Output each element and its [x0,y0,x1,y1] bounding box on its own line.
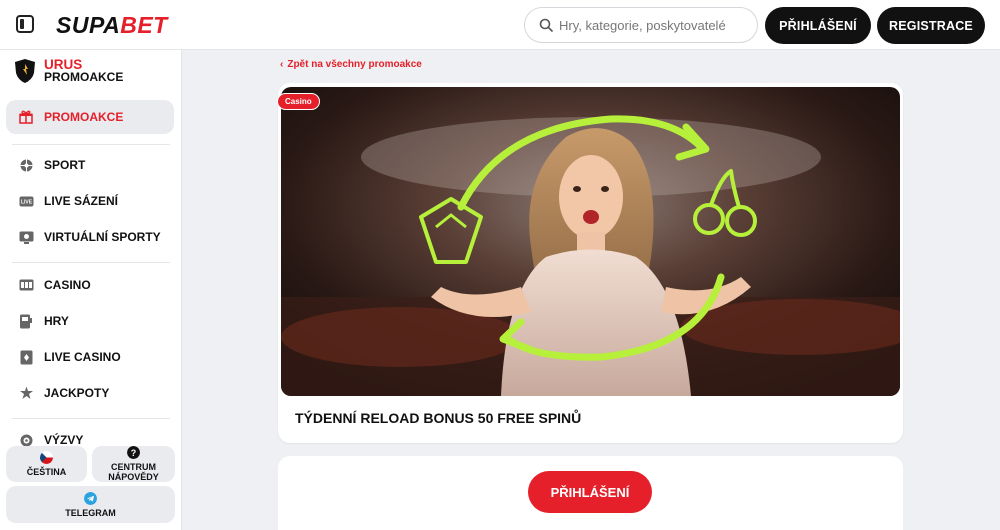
logo-prefix: SUPA [56,12,121,38]
cta-login-button[interactable]: PŘIHLÁŠENÍ [528,471,652,513]
back-to-promotions-link[interactable]: ‹ Zpět na všechny promoakce [280,59,422,70]
jackpot-icon [18,385,34,401]
language-button[interactable]: ČEŠTINA [6,446,87,482]
login-cta-card: PŘIHLÁŠENÍ [278,456,903,530]
telegram-label: TELEGRAM [65,507,116,518]
sidebar-item-label: SPORT [44,158,86,172]
language-label: ČEŠTINA [26,467,67,477]
sidebar-divider [12,262,170,263]
logo[interactable]: SUPABET [56,12,168,39]
sidebar-divider [12,144,170,145]
czech-flag-icon [40,451,53,464]
sidebar-item-casino[interactable]: CASINO [6,268,174,302]
search-box[interactable] [524,7,758,43]
sidebar-item-label: LIVE CASINO [44,350,121,364]
promo-illustration [281,87,900,396]
games-icon [18,313,34,329]
svg-text:LIVE: LIVE [20,199,32,205]
sidebar-item-label: VÝZVY [44,433,84,447]
help-center-button[interactable]: ? CENTRUM NÁPOVĚDY [92,446,175,482]
svg-text:?: ? [131,448,137,458]
sidebar-item-hry[interactable]: HRY [6,304,174,338]
promo-banner-image [281,87,900,396]
sidebar-item-sport[interactable]: SPORT [6,148,174,182]
sidebar-item-label: LIVE SÁZENÍ [44,194,119,208]
sidebar-item-label: JACKPOTY [44,386,110,400]
virtual-icon [18,229,34,245]
sidebar-item-promoakce[interactable]: PROMOAKCE [6,100,174,134]
help-label: CENTRUM NÁPOVĚDY [108,462,159,482]
logo-suffix: BET [120,12,168,38]
sidebar-item-live-casino[interactable]: LIVE CASINO [6,340,174,374]
sidebar-divider [12,418,170,419]
sidebar-brand[interactable]: URUS PROMOAKCE [14,58,123,84]
slots-icon [18,277,34,293]
live-icon: LIVE [18,193,34,209]
brand-subtitle: PROMOAKCE [44,70,124,84]
search-icon [539,18,553,32]
sidebar-item-label: VIRTUÁLNÍ SPORTY [44,230,161,244]
sidebar-item-label: CASINO [44,278,91,292]
sidebar-toggle-icon[interactable] [16,15,34,33]
search-input[interactable] [559,17,739,33]
ball-icon [18,157,34,173]
login-button[interactable]: PŘIHLÁŠENÍ [765,7,871,44]
chevron-left-icon: ‹ [280,59,284,70]
sidebar-item-label: PROMOAKCE [44,110,124,124]
category-badge: Casino [277,93,320,110]
register-button[interactable]: REGISTRACE [877,7,985,44]
top-header: SUPABET PŘIHLÁŠENÍ REGISTRACE [0,0,1000,50]
help-icon: ? [127,446,140,459]
telegram-button[interactable]: TELEGRAM [6,486,175,523]
cards-icon [18,349,34,365]
sidebar-item-live-sazeni[interactable]: LIVE LIVE SÁZENÍ [6,184,174,218]
sidebar: URUS PROMOAKCE PROMOAKCE SPORT LIVE LIVE… [0,50,182,530]
promo-title: TÝDENNÍ RELOAD BONUS 50 FREE SPINŮ [295,410,582,426]
sidebar-item-label: HRY [44,314,69,328]
shield-icon [15,59,35,83]
back-link-label: Zpět na všechny promoakce [287,59,422,70]
promo-card[interactable]: Casino TÝDENNÍ RELOAD BONUS 50 FREE SPIN… [277,83,903,443]
sidebar-item-jackpoty[interactable]: JACKPOTY [6,376,174,410]
sidebar-item-virtualni-sporty[interactable]: VIRTUÁLNÍ SPORTY [6,220,174,254]
gift-icon [18,109,34,125]
telegram-icon [84,491,97,505]
